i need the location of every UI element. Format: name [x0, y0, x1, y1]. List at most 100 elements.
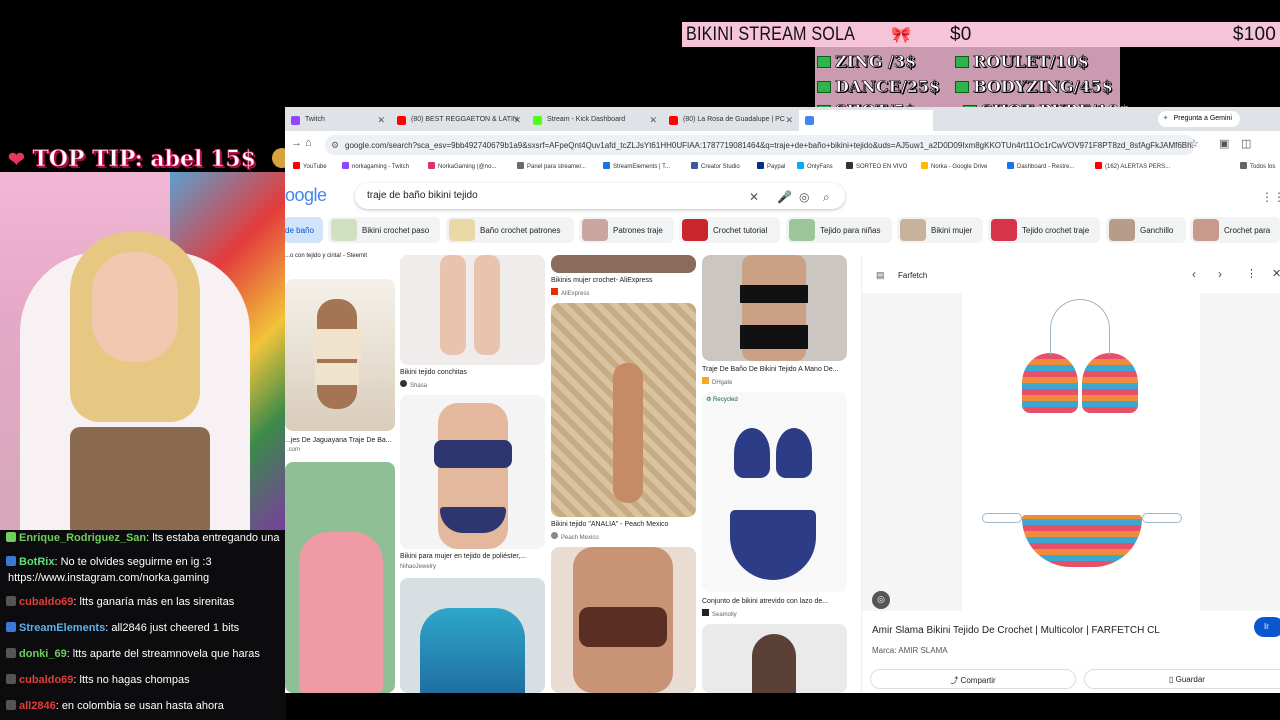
url-field[interactable]: ⚙ google.com/search?sca_esv=9bb492740679b… [325, 135, 1195, 155]
result-image[interactable] [551, 255, 696, 273]
result-image[interactable] [285, 279, 395, 431]
result-caption[interactable]: ...jes De Jaguayana Traje De Ba... [285, 437, 392, 444]
chip[interactable]: Crochet tutorial [679, 217, 780, 243]
apps-icon[interactable]: ⋮⋮ [1261, 190, 1280, 204]
sidepanel-icon[interactable]: ◫ [1241, 137, 1251, 150]
more-icon[interactable]: ⋮ [1246, 267, 1257, 280]
goal-title: BIKINI STREAM SOLA [686, 23, 856, 45]
result-image[interactable]: ♻ Recycled [702, 392, 847, 592]
share-button[interactable]: ⤴ Compartir [870, 669, 1076, 689]
bookmark-item[interactable]: Paypal [757, 162, 785, 170]
bookmark-item[interactable]: Norka - Google Drive [921, 162, 987, 170]
top-tip: ❤ TOP TIP: abel 15$ [8, 146, 292, 172]
bookmark-item[interactable]: NorkaGaming (@no... [428, 162, 496, 170]
result-image[interactable] [400, 578, 545, 693]
chip[interactable]: Crochet para [1190, 217, 1280, 243]
address-bar-row: → ⌂ ⚙ google.com/search?sca_esv=9bb492740… [285, 131, 1280, 159]
chevron-right-icon[interactable]: › [1218, 267, 1222, 281]
browser-tab[interactable]: Twitch ✕ [285, 110, 389, 131]
result-image[interactable] [400, 395, 545, 549]
browser-tab[interactable]: Stream - Kick Dashboard ✕ [527, 110, 661, 131]
product-name[interactable]: Amir Slama Bikini Tejido De Crochet | Mu… [872, 625, 1160, 636]
bookmark-item[interactable]: SORTEO EN VIVO [846, 162, 907, 170]
youtube-icon [669, 116, 678, 125]
result-source: NihaoJewelry [400, 564, 437, 570]
close-icon[interactable]: ✕ [1272, 267, 1280, 280]
chip[interactable]: Bikini mujer [897, 217, 983, 243]
money-icon [955, 56, 969, 68]
result-image[interactable] [285, 462, 395, 693]
chat-overlay: Enrique_Rodriguez_San: lts estaba entreg… [0, 530, 286, 720]
close-icon[interactable]: ✕ [377, 115, 385, 126]
lens-icon[interactable]: ◎ [799, 190, 809, 204]
chip[interactable]: Tejido para niñas [786, 217, 892, 243]
close-icon[interactable]: ✕ [649, 115, 657, 126]
filter-chips: de baño Bikini crochet paso Baño crochet… [285, 215, 1280, 245]
result-image[interactable] [400, 255, 545, 365]
browser-tab-active[interactable] [799, 110, 933, 131]
home-icon[interactable]: ⌂ [305, 137, 312, 149]
result-caption[interactable]: Bikini tejido "ANALIA" - Peach Mexico [551, 521, 668, 528]
chip[interactable]: Baño crochet patrones [446, 217, 574, 243]
bookmark-item[interactable]: Panel para streamer... [517, 162, 586, 170]
result-source: AliExpress [551, 288, 589, 297]
product-image[interactable] [962, 293, 1200, 611]
kick-icon [533, 116, 542, 125]
chip[interactable]: Tejido crochet traje [988, 217, 1100, 243]
youtube-icon [397, 116, 406, 125]
bookmark-item[interactable]: YouTube [293, 162, 327, 170]
recycled-label: ♻ Recycled [706, 397, 738, 403]
bookmark-star-icon[interactable]: ☆ [1189, 137, 1199, 150]
close-icon[interactable]: ✕ [513, 115, 521, 126]
gemini-button[interactable]: ✦ Pregunta a Gemini [1157, 111, 1240, 127]
result-caption[interactable]: ...o con tejido y cinta! - Steemit [285, 253, 367, 259]
bookmark-item[interactable]: norkagaming - Twitch [342, 162, 409, 170]
product-brand: Marca: AMIR SLAMA [872, 646, 948, 655]
google-logo[interactable]: oogle [285, 185, 327, 206]
mic-icon[interactable]: 🎤 [777, 190, 792, 204]
result-source: DHgate [702, 377, 732, 386]
search-row: oogle traje de baño bikini tejido ✕ 🎤 ◎ … [285, 177, 1280, 215]
panel-source[interactable]: Farfetch [898, 271, 927, 280]
result-image[interactable] [551, 547, 696, 693]
search-icon[interactable]: ⌕ [823, 190, 830, 205]
result-image[interactable] [551, 303, 696, 517]
menu-item: ZING /3$ [817, 52, 916, 71]
chip[interactable]: Patrones traje [579, 217, 674, 243]
chevron-left-icon[interactable]: ‹ [1192, 267, 1196, 281]
result-caption[interactable]: Bikini tejido conchitas [400, 369, 467, 376]
twitch-icon [291, 116, 300, 125]
result-image[interactable] [702, 255, 847, 361]
result-image[interactable] [702, 624, 847, 693]
bookmark-item[interactable]: (162) ALERTAS PERS... [1095, 162, 1170, 170]
result-caption[interactable]: Conjunto de bikini atrevido con lazo de.… [702, 598, 828, 605]
extensions-icon[interactable]: ▣ [1219, 137, 1229, 150]
chip[interactable]: de baño [285, 217, 323, 243]
go-button[interactable]: Ir [1254, 617, 1280, 637]
result-source: Seamolly [702, 609, 737, 618]
bookmark-item[interactable]: Todos los [1240, 162, 1275, 170]
close-icon[interactable]: ✕ [785, 115, 793, 126]
save-button[interactable]: ▯ Guardar [1084, 669, 1280, 689]
browser-tab[interactable]: (80) BEST REGGAETON & LATIN ✕ [391, 110, 525, 131]
chat-message: all2846: en colombia se usan hasta ahora [6, 700, 224, 712]
result-caption[interactable]: Traje De Baño De Bikini Tejido A Mano De… [702, 366, 839, 373]
result-source: .com [287, 447, 301, 453]
lens-icon[interactable]: ◎ [872, 591, 890, 609]
tab-strip: Twitch ✕ (80) BEST REGGAETON & LATIN ✕ Str… [285, 107, 1280, 131]
bow-icon: 🎀 [890, 26, 912, 44]
bookmark-item[interactable]: OnlyFans [797, 162, 833, 170]
bookmark-item[interactable]: Dashboard - Restre... [1007, 162, 1074, 170]
result-caption[interactable]: Bikinis mujer crochet- AliExpress [551, 277, 653, 284]
browser-tab[interactable]: (80) La Rosa de Guadalupe | PC ✕ [663, 110, 797, 131]
search-input[interactable]: traje de baño bikini tejido [355, 183, 845, 209]
bookmark-item[interactable]: Creator Studio [691, 162, 740, 170]
result-caption[interactable]: Bikini para mujer en tejido de poliéster… [400, 553, 526, 560]
webcam-feed [0, 172, 286, 530]
forward-icon[interactable]: → [291, 137, 302, 149]
chip[interactable]: Ganchillo [1106, 217, 1186, 243]
chip[interactable]: Bikini crochet paso [328, 217, 440, 243]
heart-icon: ❤ [8, 147, 25, 171]
bookmark-item[interactable]: StreamElements | T... [603, 162, 670, 170]
clear-icon[interactable]: ✕ [749, 190, 759, 204]
